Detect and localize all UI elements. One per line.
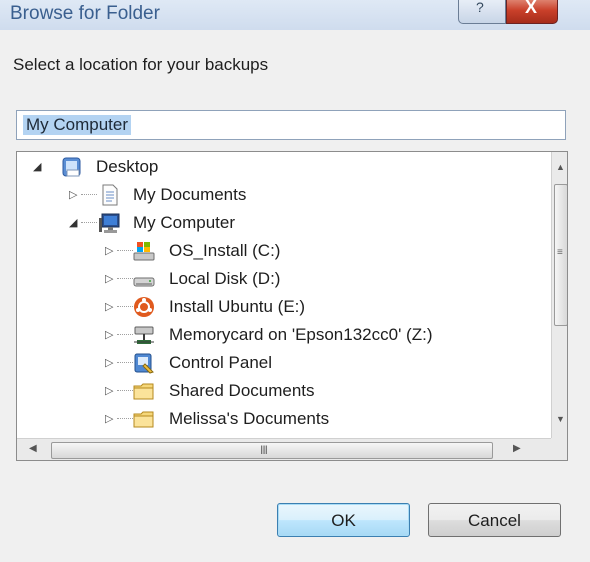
horizontal-scroll-thumb[interactable]: III [51,442,493,459]
documents-icon [102,184,118,206]
tree-item-my-computer[interactable]: ◢ My Computer [17,210,537,236]
folder-icon [133,411,154,428]
tree-item-local-disk-d[interactable]: ▷ Local Disk (D:) [17,266,537,292]
disk-drive-icon [133,277,155,287]
tree-item-desktop[interactable]: ◢ Desktop [17,154,537,180]
vertical-scroll-thumb[interactable]: ≡ [554,184,567,326]
folder-icon [133,383,154,400]
tree-item-os-install-c[interactable]: ▷ OS_Install (C:) [17,238,537,264]
tree-item-shared-documents[interactable]: ▷ Shared Documents [17,378,537,404]
ok-button[interactable]: OK [277,503,410,537]
system-drive-icon [133,242,155,261]
expand-arrow-icon[interactable]: ▷ [105,356,113,369]
ubuntu-disk-icon [134,297,154,317]
cancel-button[interactable]: Cancel [428,503,561,537]
close-icon: X [525,0,538,17]
tree-item-label: Memorycard on 'Epson132cc0' (Z:) [169,325,433,344]
close-button[interactable]: X [506,0,558,24]
collapse-arrow-icon[interactable]: ◢ [69,216,77,229]
tree-item-label: My Computer [133,213,236,232]
dialog-prompt: Select a location for your backups [13,55,269,74]
desktop-icon [62,157,81,177]
tree-item-label: Control Panel [169,353,273,372]
vertical-scrollbar[interactable]: ▲ ≡ ▼ [551,152,567,438]
horizontal-scrollbar[interactable]: ◀ III ▶ [17,438,551,460]
folder-path-value: My Computer [23,115,132,135]
computer-icon [99,213,120,233]
tree-item-my-documents[interactable]: ▷ My Documents [17,182,537,208]
tree-item-melissas-documents[interactable]: ▷ Melissa's Documents [17,406,537,432]
help-button[interactable]: ? [458,0,506,24]
scroll-up-arrow-icon[interactable]: ▲ [556,162,565,172]
browse-for-folder-dialog: Browse for Folder ? X Select a location … [0,0,590,562]
tree-item-control-panel[interactable]: ▷ Control Panel [17,350,537,376]
expand-arrow-icon[interactable]: ▷ [105,384,113,397]
control-panel-icon [134,353,154,374]
scroll-down-arrow-icon[interactable]: ▼ [556,414,565,424]
tree-item-label: Desktop [96,157,159,176]
scroll-grip-icon: ≡ [557,247,563,258]
scroll-right-arrow-icon[interactable]: ▶ [513,443,521,454]
expand-arrow-icon[interactable]: ▷ [105,244,113,257]
expand-arrow-icon[interactable]: ▷ [105,412,113,425]
scrollbar-corner [551,438,567,460]
tree-item-memorycard-z[interactable]: ▷ Memorycard on 'Epson132cc0' (Z:) [17,322,537,348]
scroll-left-arrow-icon[interactable]: ◀ [29,443,37,454]
tree-item-label: Shared Documents [169,381,315,400]
tree-item-label: Local Disk (D:) [169,269,281,288]
tree-item-label: OS_Install (C:) [169,241,281,260]
title-bar[interactable]: Browse for Folder ? X [0,0,590,30]
folder-tree[interactable]: ◢ Desktop ▷ My Documents ◢ My Computer ▷… [16,151,568,461]
collapse-arrow-icon[interactable]: ◢ [33,160,41,173]
tree-item-label: Melissa's Documents [169,409,330,428]
expand-arrow-icon[interactable]: ▷ [105,300,113,313]
expand-arrow-icon[interactable]: ▷ [69,188,77,201]
expand-arrow-icon[interactable]: ▷ [105,328,113,341]
expand-arrow-icon[interactable]: ▷ [105,272,113,285]
tree-item-install-ubuntu-e[interactable]: ▷ Install Ubuntu (E:) [17,294,537,320]
window-title: Browse for Folder [10,3,160,24]
help-icon: ? [476,0,484,15]
network-drive-icon [134,326,154,344]
scroll-grip-icon: III [260,443,268,457]
tree-item-label: Install Ubuntu (E:) [169,297,306,316]
tree-item-label: My Documents [133,185,247,204]
folder-path-input[interactable]: My Computer [16,110,566,140]
